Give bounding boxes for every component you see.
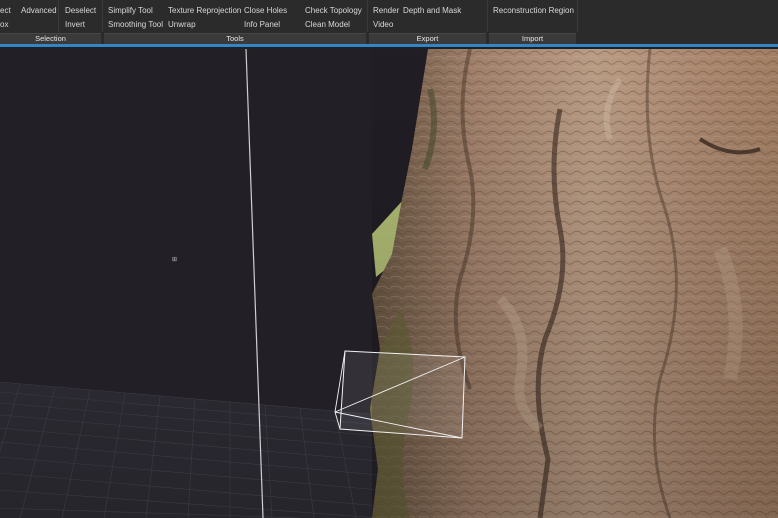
export-group-label: Export [369, 33, 486, 44]
tools-group-label: Tools [104, 33, 366, 44]
ground-grid [0, 381, 381, 518]
texture-reprojection-button[interactable]: Texture Reprojection [168, 5, 241, 17]
separator [577, 0, 578, 32]
camera-frustum [334, 350, 466, 439]
invert-button[interactable]: Invert [65, 19, 85, 31]
reconstruction-region-button[interactable]: Reconstruction Region [493, 5, 574, 17]
select-button[interactable]: ect [0, 5, 11, 17]
simplify-tool-button[interactable]: Simplify Tool [108, 5, 153, 17]
deselect-button[interactable]: Deselect [65, 5, 96, 17]
separator [58, 0, 59, 32]
render-button[interactable]: Render [373, 5, 399, 17]
ribbon-toolbar: ect ox Advanced Deselect Invert Selectio… [0, 0, 778, 44]
selection-group-label: Selection [0, 33, 101, 44]
3d-viewport[interactable]: ⊞ [0, 49, 778, 518]
video-button[interactable]: Video [373, 19, 393, 31]
check-topology-button[interactable]: Check Topology [305, 5, 362, 17]
info-panel-button[interactable]: Info Panel [244, 19, 280, 31]
depth-and-mask-button[interactable]: Depth and Mask [403, 5, 461, 17]
pivot-point-icon: ⊞ [172, 257, 178, 263]
advanced-selection-button[interactable]: Advanced [21, 5, 57, 17]
import-group-label: Import [489, 33, 576, 44]
smoothing-tool-button[interactable]: Smoothing Tool [108, 19, 163, 31]
close-holes-button[interactable]: Close Holes [244, 5, 287, 17]
box-select-button[interactable]: ox [0, 19, 8, 31]
viewport-canvas [0, 49, 778, 518]
unwrap-button[interactable]: Unwrap [168, 19, 196, 31]
clean-model-button[interactable]: Clean Model [305, 19, 350, 31]
tree-bark-mesh [370, 49, 778, 518]
